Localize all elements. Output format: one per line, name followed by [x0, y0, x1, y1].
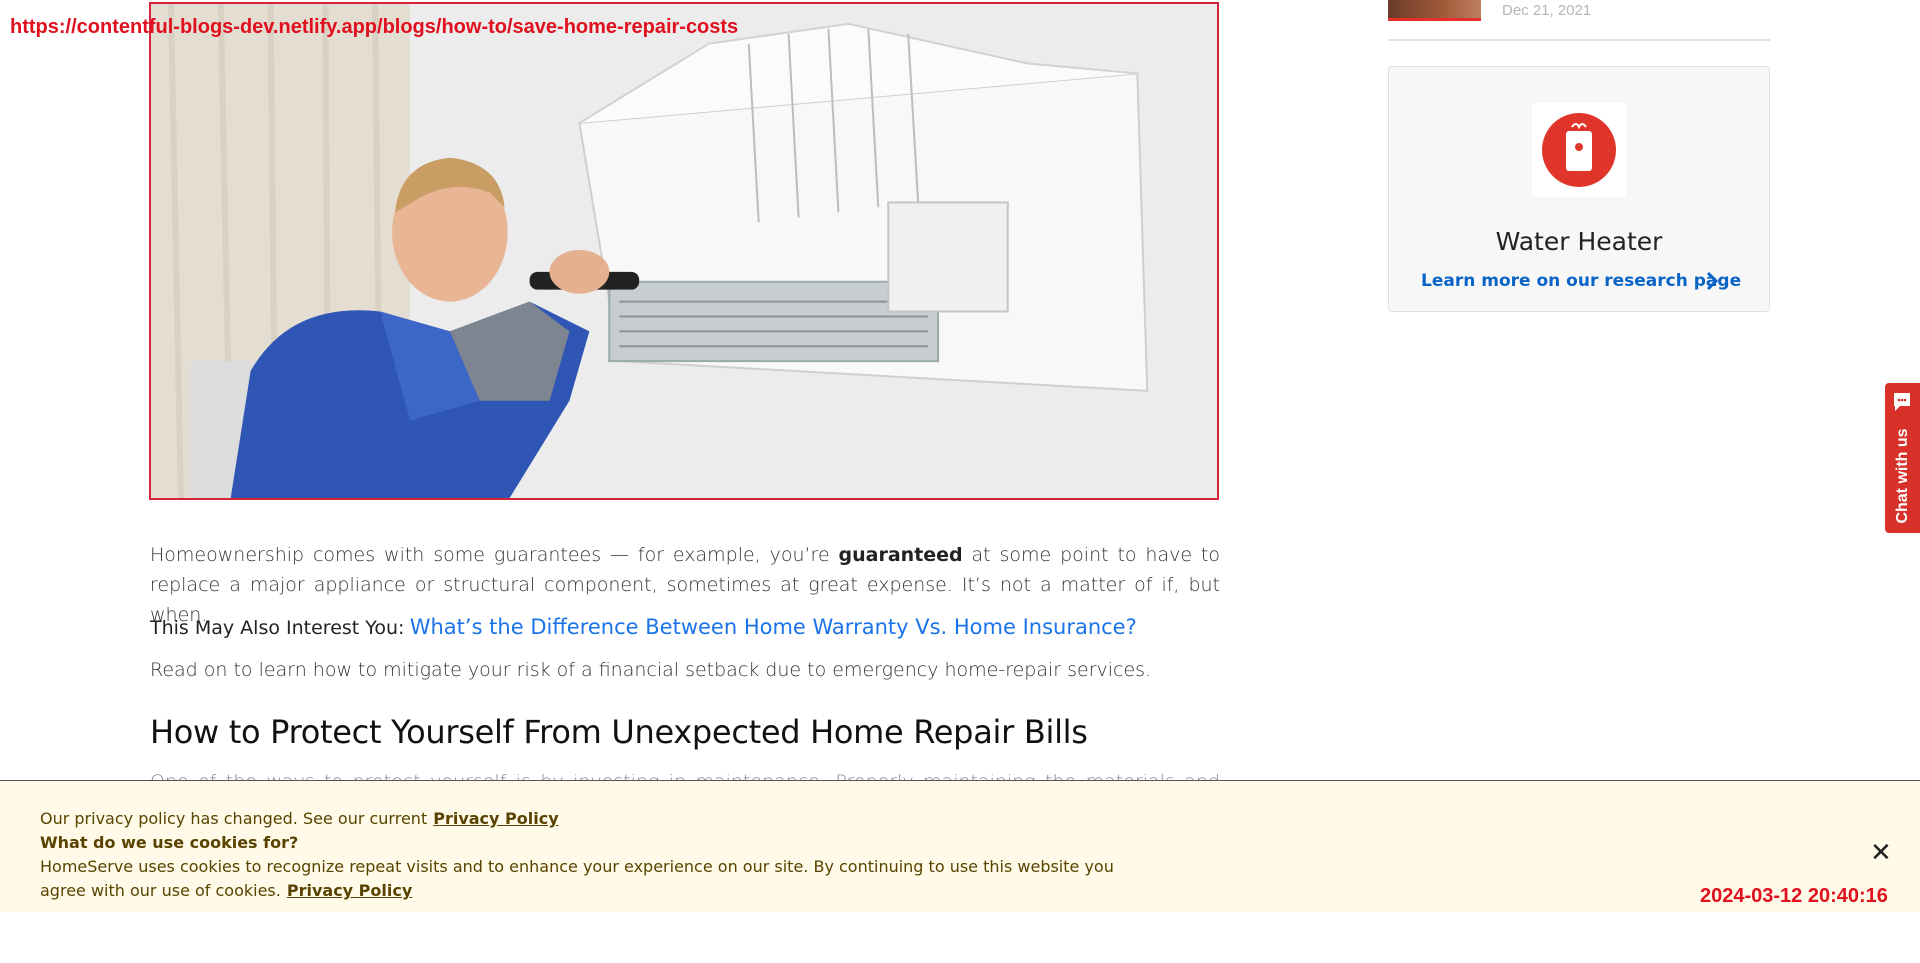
cookie-text: Our privacy policy has changed. See our …: [40, 807, 1114, 903]
research-page-link[interactable]: Learn more on our research page: [1421, 271, 1741, 291]
emphasis-guaranteed: guaranteed: [838, 544, 963, 566]
body-paragraph: Read on to learn how to mitigate your ri…: [150, 659, 1152, 681]
timestamp-overlay: 2024-03-12 20:40:16: [1700, 885, 1888, 907]
water-heater-card: Water Heater Learn more on our research …: [1388, 66, 1770, 312]
related-article: This May Also Interest You: What’s the D…: [150, 612, 1137, 644]
card-title: Water Heater: [1495, 227, 1663, 256]
hero-illustration: [151, 4, 1217, 498]
chat-with-us-tab[interactable]: Chat with us: [1885, 383, 1920, 533]
chat-label: Chat with us: [1893, 428, 1911, 524]
privacy-policy-link[interactable]: Privacy Policy: [433, 809, 558, 828]
page-bottom-area: [0, 912, 1920, 963]
cookie-line-4: agree with our use of cookies.: [40, 881, 281, 900]
privacy-policy-link-2[interactable]: Privacy Policy: [287, 881, 412, 900]
sidebar-divider: [1388, 39, 1770, 41]
close-icon[interactable]: ✕: [1870, 838, 1892, 868]
url-overlay: https://contentful-blogs-dev.netlify.app…: [10, 16, 739, 38]
related-label: This May Also Interest You:: [150, 617, 405, 639]
water-heater-icon: [1532, 103, 1626, 197]
chevron-right-icon[interactable]: [1705, 271, 1719, 296]
sidebar-article-thumbnail[interactable]: [1388, 0, 1481, 21]
sidebar-article-date: Dec 21, 2021: [1502, 2, 1592, 19]
related-article-link[interactable]: What’s the Difference Between Home Warra…: [410, 615, 1137, 639]
cookie-line-1: Our privacy policy has changed. See our …: [40, 809, 428, 828]
hero-image: [149, 2, 1219, 500]
cookie-question: What do we use cookies for?: [40, 833, 299, 852]
cookie-line-3: HomeServe uses cookies to recognize repe…: [40, 857, 1114, 876]
chat-bubble-icon: [1892, 391, 1912, 418]
section-heading: How to Protect Yourself From Unexpected …: [150, 713, 1088, 751]
